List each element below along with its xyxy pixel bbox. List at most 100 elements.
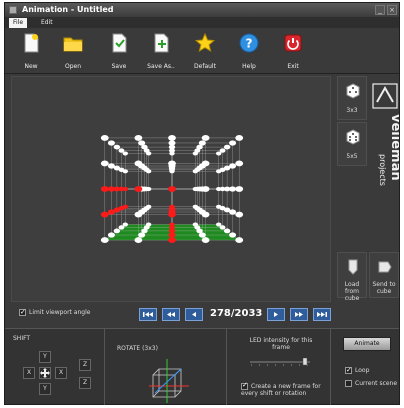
led-off[interactable] (138, 140, 146, 146)
led-off[interactable] (229, 209, 237, 215)
led-off[interactable] (229, 163, 237, 169)
current-scene-option[interactable]: Current scene (345, 380, 397, 387)
led-off[interactable] (100, 160, 109, 167)
send-to-cube-button[interactable]: Send to cube (369, 252, 399, 298)
led-on[interactable] (168, 186, 176, 192)
rewind-button[interactable] (162, 308, 180, 321)
led-off[interactable] (201, 211, 210, 218)
open-button[interactable]: Open (53, 30, 93, 72)
load-from-cube-button[interactable]: Load from cube (337, 252, 367, 302)
fast-forward-button[interactable] (290, 308, 308, 321)
led-off[interactable] (107, 163, 115, 169)
led-off[interactable] (229, 140, 237, 146)
led-off[interactable] (201, 237, 210, 244)
led-on[interactable] (168, 232, 176, 238)
led-off[interactable] (198, 140, 206, 146)
led-off[interactable] (168, 134, 176, 141)
rotate-cube-control[interactable] (145, 355, 193, 403)
led-off[interactable] (113, 144, 121, 150)
led-on[interactable] (100, 186, 109, 192)
led-off[interactable] (198, 232, 206, 238)
cube-5x5-button[interactable]: 5x5 (337, 122, 367, 166)
led-off[interactable] (235, 237, 244, 244)
led-on[interactable] (168, 237, 176, 244)
led-off[interactable] (134, 134, 143, 141)
shift-y-down-button[interactable]: Y (39, 383, 51, 395)
minimize-button[interactable]: _ (375, 5, 385, 15)
shift-z-up-button[interactable]: Z (79, 359, 91, 371)
led-off[interactable] (118, 148, 125, 153)
led-off[interactable] (235, 160, 244, 167)
close-button[interactable]: × (387, 5, 397, 15)
new-frame-checkbox[interactable] (241, 382, 248, 390)
animate-button[interactable]: Animate (343, 337, 391, 351)
slider-thumb[interactable] (302, 358, 308, 366)
led-on[interactable] (134, 186, 143, 192)
limit-viewport-option[interactable]: Limit viewport angle (19, 308, 91, 316)
help-button[interactable]: ? Help (229, 30, 269, 72)
led-intensity-slider[interactable] (249, 358, 311, 366)
led-off[interactable] (113, 228, 121, 234)
led-off[interactable] (118, 225, 125, 230)
shift-x-right-button[interactable]: X (55, 367, 67, 379)
current-scene-checkbox[interactable] (345, 380, 352, 387)
led-cube-view[interactable] (12, 77, 330, 301)
led-off[interactable] (229, 186, 237, 192)
led-off[interactable] (219, 225, 226, 230)
shift-title: SHIFT (13, 335, 31, 342)
loop-checkbox[interactable] (345, 366, 352, 374)
led-off[interactable] (168, 140, 176, 146)
save-button[interactable]: Save (99, 30, 139, 72)
shift-center-control[interactable] (39, 367, 51, 379)
toolbar-label: Exit (287, 63, 299, 70)
led-off[interactable] (223, 228, 231, 234)
led-off[interactable] (134, 160, 143, 167)
led-on[interactable] (168, 211, 176, 218)
limit-viewport-label: Limit viewport angle (29, 309, 91, 316)
led-off[interactable] (168, 160, 176, 167)
shift-x-left-button[interactable]: X (23, 367, 35, 379)
toolbar: New Open Save Save As.. Default ? Help E… (5, 28, 399, 74)
cube-3x3-button[interactable]: 3x3 (337, 76, 367, 120)
app-icon (9, 6, 17, 14)
led-on[interactable] (107, 186, 115, 192)
led-on[interactable] (100, 211, 109, 218)
led-off[interactable] (201, 186, 210, 192)
led-off[interactable] (235, 134, 244, 141)
save-as-button[interactable]: Save As.. (141, 30, 181, 72)
exit-button[interactable]: Exit (273, 30, 313, 72)
led-off[interactable] (107, 232, 115, 238)
led-off[interactable] (229, 232, 237, 238)
last-frame-button[interactable] (313, 308, 331, 321)
led-on[interactable] (107, 209, 115, 215)
next-frame-button[interactable] (267, 308, 285, 321)
led-off[interactable] (223, 144, 231, 150)
previous-frame-button[interactable] (185, 308, 203, 321)
led-off[interactable] (219, 148, 226, 153)
shift-y-up-button[interactable]: Y (39, 351, 51, 363)
default-button[interactable]: Default (185, 30, 225, 72)
save-as-icon (154, 33, 169, 53)
cube-viewport[interactable] (11, 76, 331, 302)
loop-option[interactable]: Loop (345, 366, 369, 374)
menu-edit[interactable]: Edit (37, 18, 57, 28)
led-off[interactable] (235, 211, 244, 218)
app-window: Animation - Untitled _ × File Edit New O… (4, 2, 403, 405)
led-off[interactable] (201, 134, 210, 141)
new-button[interactable]: New (11, 30, 51, 72)
first-frame-button[interactable] (139, 308, 157, 321)
skip-start-icon (143, 312, 153, 317)
rotate-panel: ROTATE (3x3) (105, 329, 227, 405)
new-frame-option[interactable]: Create a new frame for every shift or ro… (241, 382, 325, 397)
led-off[interactable] (134, 237, 143, 244)
led-off[interactable] (235, 186, 244, 192)
led-off[interactable] (201, 160, 210, 167)
limit-viewport-checkbox[interactable] (19, 308, 26, 316)
led-off[interactable] (138, 232, 146, 238)
menu-file[interactable]: File (9, 18, 28, 28)
led-off[interactable] (100, 237, 109, 244)
led-off[interactable] (134, 211, 143, 218)
shift-z-down-button[interactable]: Z (79, 377, 91, 389)
led-off[interactable] (107, 140, 115, 146)
led-off[interactable] (100, 134, 109, 141)
